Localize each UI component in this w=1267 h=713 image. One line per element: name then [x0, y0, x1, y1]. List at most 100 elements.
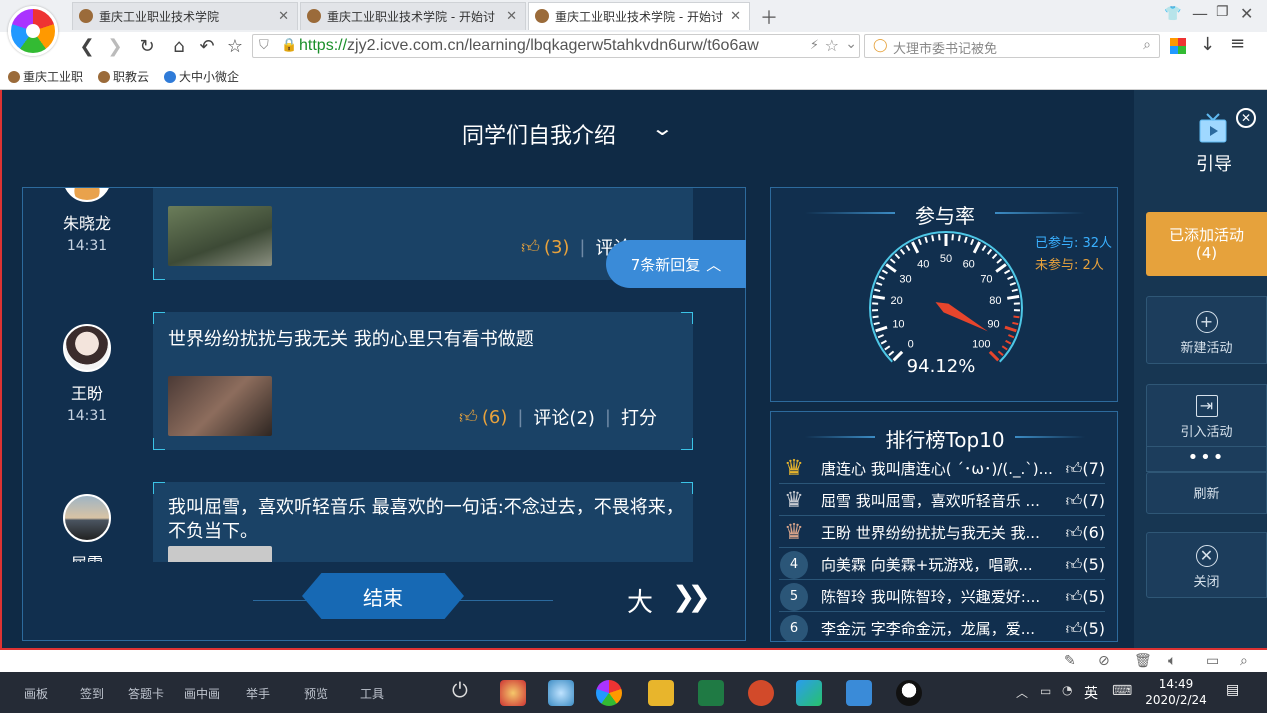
score-button[interactable]: 打分 — [621, 404, 657, 430]
search-icon[interactable]: ⌕ — [1143, 37, 1151, 53]
ranking-row[interactable]: 4 向美霖 向美霖+玩游戏，唱歌... 👍︎(5) — [779, 550, 1105, 580]
post-image[interactable] — [168, 376, 272, 436]
chevron-down-icon[interactable]: ⌄ — [845, 36, 857, 52]
guide-label[interactable]: 引导 — [1174, 150, 1254, 176]
power-icon[interactable]: ⏻ — [452, 678, 468, 702]
gauge-tick — [872, 294, 885, 300]
ranking-row[interactable]: ♛ 王盼 世界纷纷扰扰与我无关 我... 👍︎(6) — [779, 518, 1105, 548]
taskbar-tool[interactable]: 画中画 — [184, 685, 220, 702]
browser-tab-2[interactable]: 重庆工业职业技术学院 - 开始讨 ✕ — [300, 2, 526, 30]
lock-icon: 🔒 — [281, 38, 298, 53]
keyboard-icon[interactable]: ⌨ — [1112, 683, 1132, 699]
taskbar-tool[interactable]: 举手 — [246, 685, 270, 702]
post-image[interactable] — [168, 206, 272, 266]
undo-icon[interactable]: ↶ — [196, 36, 218, 57]
close-icon[interactable]: ✕ — [278, 9, 289, 24]
minimize-button[interactable]: — — [1192, 4, 1208, 23]
clock[interactable]: 14:49 2020/2/24 — [1136, 676, 1216, 708]
app-icon[interactable] — [548, 680, 574, 706]
player-icon[interactable] — [796, 680, 822, 706]
folder-icon[interactable] — [648, 680, 674, 706]
pin-icon[interactable]: ✎ — [1064, 653, 1076, 669]
close-button[interactable]: ✕ 关闭 — [1146, 532, 1267, 598]
bronze-crown-icon: ♛ — [784, 520, 804, 545]
edu-icon[interactable] — [846, 680, 872, 706]
new-tab-button[interactable]: ＋ — [760, 4, 778, 30]
forward-icon[interactable]: ❯ — [104, 36, 126, 57]
shirt-icon[interactable]: 👕 — [1164, 6, 1181, 22]
close-icon[interactable]: ✕ — [730, 9, 741, 24]
added-activities-button[interactable]: 已添加活动 (4) — [1146, 212, 1267, 276]
bookmark-item[interactable]: 职教云 — [98, 68, 149, 85]
speaker-icon[interactable]: 🔈︎ — [1168, 653, 1176, 669]
reload-icon[interactable]: ↻ — [136, 36, 158, 57]
gauge-label: 10 — [892, 318, 904, 330]
close-icon[interactable]: ✕ — [506, 9, 517, 24]
more-icon[interactable]: ••• — [1146, 446, 1267, 472]
star-icon[interactable]: ☆ — [224, 36, 246, 57]
card-corner — [153, 438, 165, 450]
ranking-row[interactable]: ♛ 唐连心 我叫唐连心( ´･ω･)/(._.`)... 👍︎(7) — [779, 454, 1105, 484]
post-card: 我叫屈雪，喜欢听轻音乐 最喜欢的一句话:不念过去，不畏将来，不负当下。 — [153, 482, 693, 606]
url-text: https://zjy2.icve.com.cn/learning/lbqkag… — [299, 37, 759, 55]
app-icon[interactable] — [500, 680, 526, 706]
download-icon[interactable]: ↓ — [1200, 34, 1215, 55]
like-count: (5) — [1082, 554, 1105, 574]
like-button[interactable]: 👍︎ (6) — [459, 406, 507, 429]
home-icon[interactable]: ⌂ — [168, 36, 190, 57]
end-button[interactable]: 结束 — [302, 573, 464, 619]
comment-button[interactable]: 评论(2) — [533, 404, 595, 430]
taskbar-tool[interactable]: 预览 — [304, 685, 328, 702]
fast-forward-icon[interactable]: ❯❯ — [672, 580, 711, 613]
bookmark-item[interactable]: 大中小微企 — [164, 68, 239, 85]
bookmark-star-icon[interactable]: ☆ — [825, 36, 839, 55]
taskbar-tool[interactable]: 工具 — [360, 685, 384, 702]
close-icon[interactable]: ✕ — [1236, 108, 1256, 128]
refresh-button[interactable]: 刷新 — [1146, 472, 1267, 514]
browser-tab-1[interactable]: 重庆工业职业技术学院 ✕ — [72, 2, 298, 30]
avatar[interactable] — [63, 494, 111, 542]
raise-hand-icon[interactable]: ⼤ — [627, 582, 653, 619]
ranking-row[interactable]: 6 李金沅 字李命金沅，龙属，爱... 👍︎(5) — [779, 614, 1105, 641]
excel-icon[interactable] — [698, 680, 724, 706]
avatar[interactable] — [63, 324, 111, 372]
chevron-down-icon[interactable]: ⌄ — [651, 116, 674, 140]
avatar[interactable] — [63, 188, 111, 202]
new-activity-button[interactable]: + 新建活动 — [1146, 296, 1267, 364]
apps-icon[interactable] — [1170, 38, 1186, 54]
tv-guide-icon[interactable] — [1198, 112, 1228, 144]
like-button[interactable]: 👍︎ (3) — [521, 236, 569, 259]
gauge-tick — [874, 288, 881, 293]
trash-icon[interactable]: 🗑︎ — [1134, 653, 1152, 669]
wifi-icon[interactable]: ◔ — [1062, 683, 1072, 697]
window-icon[interactable]: ▭ — [1206, 653, 1219, 669]
eraser-icon[interactable]: ⊘ — [1098, 653, 1110, 669]
import-activity-button[interactable]: ⇥ 引入活动 — [1146, 384, 1267, 454]
browser-icon[interactable] — [596, 680, 622, 706]
bookmark-favicon — [98, 70, 110, 83]
address-bar[interactable]: ⛉ 🔒 https://zjy2.icve.com.cn/learning/lb… — [252, 34, 860, 58]
menu-icon[interactable]: ≡ — [1230, 33, 1245, 54]
zoom-icon[interactable]: ⌕ — [1240, 653, 1248, 669]
ranking-row[interactable]: ♛ 屈雪 我叫屈雪，喜欢听轻音乐 ... 👍︎(7) — [779, 486, 1105, 516]
back-icon[interactable]: ❮ — [76, 36, 98, 57]
chevron-up-icon[interactable]: ︿ — [1016, 684, 1028, 701]
lightning-icon[interactable]: ⚡ — [810, 38, 819, 53]
input-language[interactable]: 英 — [1084, 683, 1098, 703]
browser-tab-3[interactable]: 重庆工业职业技术学院 - 开始讨 ✕ — [528, 2, 750, 30]
bookmark-item[interactable]: 重庆工业职 — [8, 68, 83, 85]
taskbar-tool[interactable]: 签到 — [80, 685, 104, 702]
page-title: 同学们自我介绍 — [462, 124, 617, 149]
thumbs-up-icon: 👍︎ — [1065, 522, 1083, 542]
taskbar-tool[interactable]: 答题卡 — [128, 685, 164, 702]
notification-icon[interactable]: ▤ — [1226, 682, 1239, 698]
ranking-row[interactable]: 5 陈智玲 我叫陈智玲，兴趣爱好:... 👍︎(5) — [779, 582, 1105, 612]
taskbar-tool[interactable]: 画板 — [24, 685, 48, 702]
qq-icon[interactable] — [896, 680, 922, 706]
window-close-button[interactable]: ✕ — [1240, 4, 1253, 23]
powerpoint-icon[interactable] — [748, 680, 774, 706]
ranking-text: 陈智玲 我叫陈智玲，兴趣爱好:... — [821, 588, 1041, 606]
maximize-button[interactable]: ❐ — [1216, 4, 1229, 20]
search-input[interactable]: ◯ 大理市委书记被免 ⌕ — [864, 34, 1160, 58]
new-replies-button[interactable]: 7条新回复 ︿ — [606, 240, 746, 288]
